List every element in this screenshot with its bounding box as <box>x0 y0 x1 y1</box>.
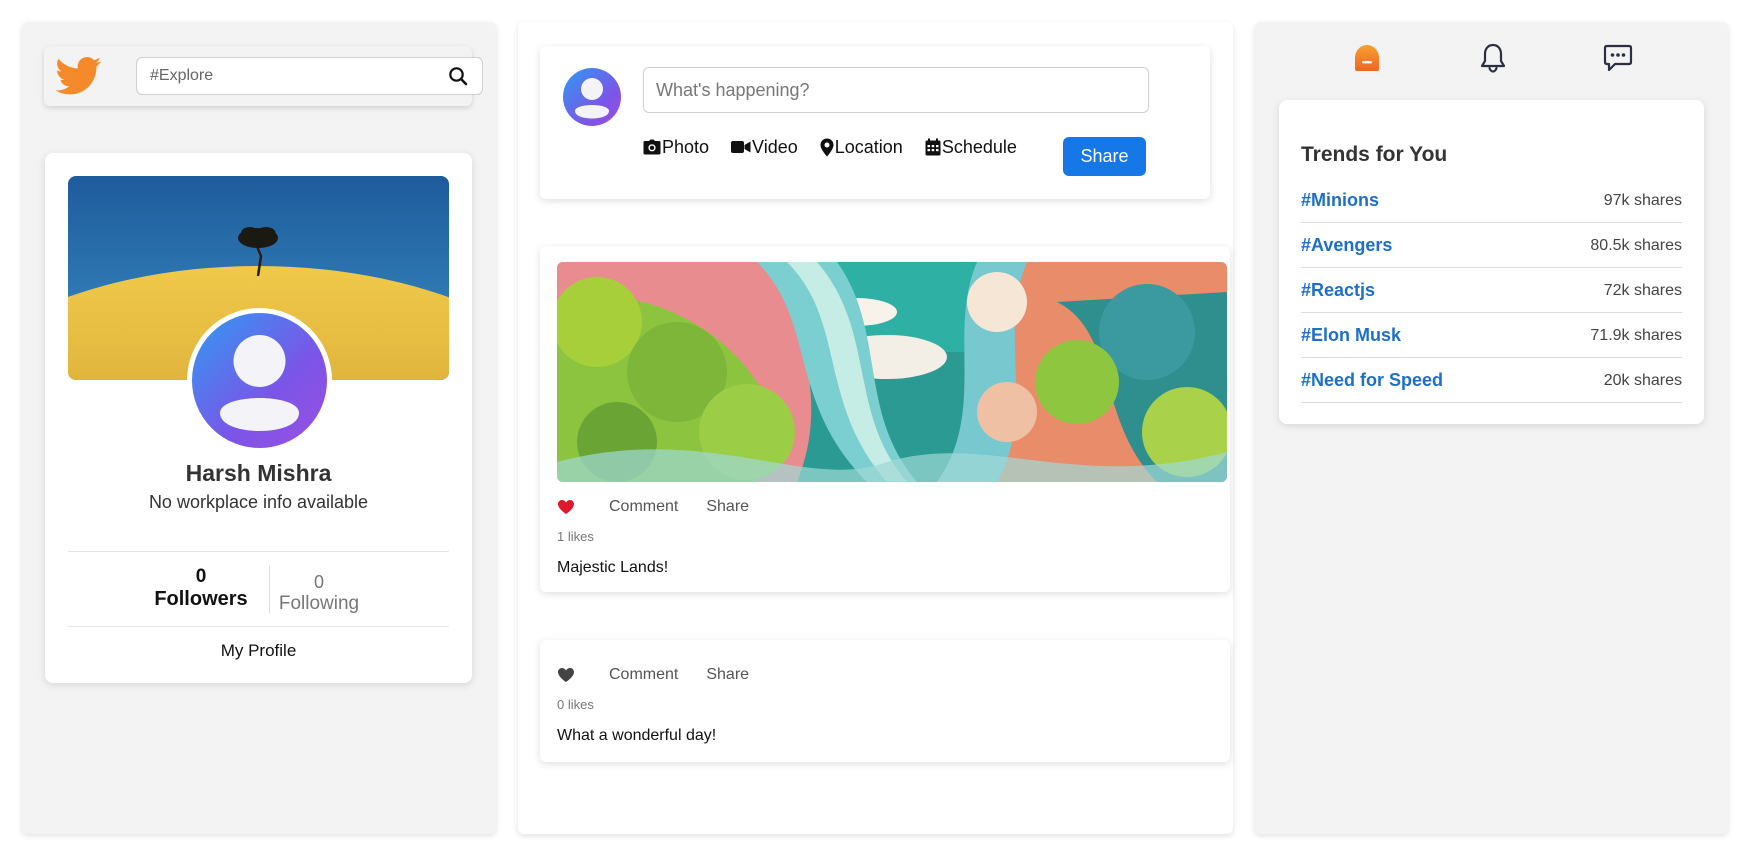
schedule-label: Schedule <box>941 136 1017 157</box>
profile-card: Harsh Mishra No workplace info available… <box>45 153 472 683</box>
post-caption: What a wonderful day! <box>557 727 717 744</box>
composer-actions: Photo Video Location Schedule <box>643 134 1039 160</box>
heart-icon[interactable] <box>557 499 575 515</box>
trend-shares: 20k shares <box>1603 372 1682 389</box>
search-input[interactable] <box>136 57 483 95</box>
post-caption: Majestic Lands! <box>557 559 669 576</box>
location-pin-icon <box>820 138 834 156</box>
trend-tag[interactable]: #Elon Musk <box>1301 325 1401 346</box>
following-stat[interactable]: 0 Following <box>274 572 364 615</box>
my-profile-link[interactable]: My Profile <box>45 641 472 661</box>
trend-tag[interactable]: #Avengers <box>1301 235 1392 256</box>
likes-count: 1 likes <box>557 529 594 544</box>
trend-tag[interactable]: #Need for Speed <box>1301 370 1443 391</box>
trend-item[interactable]: #Avengers 80.5k shares <box>1301 223 1682 268</box>
following-label: Following <box>278 593 360 614</box>
video-icon <box>731 141 751 153</box>
location-button[interactable]: Location <box>820 137 903 158</box>
trend-item[interactable]: #Need for Speed 20k shares <box>1301 358 1682 403</box>
video-label: Video <box>752 136 798 157</box>
home-icon[interactable] <box>1351 42 1383 74</box>
trend-tag[interactable]: #Reactjs <box>1301 280 1375 301</box>
right-sidebar: Trends for You #Minions 97k shares #Aven… <box>1255 22 1728 834</box>
following-count: 0 <box>313 572 324 592</box>
post-actions: Comment Share <box>557 498 777 516</box>
trend-list: #Minions 97k shares #Avengers 80.5k shar… <box>1301 178 1682 403</box>
camera-icon <box>643 139 661 155</box>
bird-logo-icon[interactable] <box>56 56 102 96</box>
trend-shares: 72k shares <box>1603 282 1682 299</box>
bell-icon[interactable] <box>1477 42 1509 74</box>
post-card: Comment Share 0 likes What a wonderful d… <box>540 640 1230 762</box>
trend-item[interactable]: #Reactjs 72k shares <box>1301 268 1682 313</box>
stats-divider <box>269 565 270 613</box>
trends-title: Trends for You <box>1301 143 1448 166</box>
followers-stat[interactable]: 0 Followers <box>146 566 256 611</box>
follow-stats: 0 Followers 0 Following <box>68 551 449 627</box>
followers-label: Followers <box>154 588 248 610</box>
search-bar <box>44 46 483 106</box>
composer-avatar[interactable] <box>563 68 621 126</box>
post-image[interactable] <box>557 262 1227 482</box>
schedule-button[interactable]: Schedule <box>925 137 1017 158</box>
photo-button[interactable]: Photo <box>643 137 709 158</box>
trend-shares: 71.9k shares <box>1590 327 1682 344</box>
likes-count: 0 likes <box>557 697 594 712</box>
trend-item[interactable]: #Elon Musk 71.9k shares <box>1301 313 1682 358</box>
post-composer: Photo Video Location <box>540 46 1210 199</box>
message-icon[interactable] <box>1602 42 1634 74</box>
comment-button[interactable]: Comment <box>609 498 678 516</box>
search-icon[interactable] <box>448 66 468 86</box>
profile-avatar[interactable] <box>187 308 332 453</box>
comment-button[interactable]: Comment <box>609 666 678 684</box>
profile-name: Harsh Mishra <box>185 460 332 486</box>
share-button[interactable]: Share <box>706 666 749 684</box>
trends-card: Trends for You #Minions 97k shares #Aven… <box>1279 100 1704 424</box>
share-post-button[interactable]: Share <box>1063 137 1146 176</box>
photo-label: Photo <box>662 136 710 157</box>
trend-shares: 80.5k shares <box>1590 237 1682 254</box>
video-button[interactable]: Video <box>731 137 798 158</box>
trend-tag[interactable]: #Minions <box>1301 190 1379 211</box>
calendar-icon <box>925 138 941 156</box>
trend-item[interactable]: #Minions 97k shares <box>1301 178 1682 223</box>
left-sidebar: Harsh Mishra No workplace info available… <box>22 22 496 834</box>
workplace-info: No workplace info available <box>148 492 369 512</box>
trend-shares: 97k shares <box>1603 192 1682 209</box>
heart-icon[interactable] <box>557 667 575 683</box>
compose-input[interactable] <box>643 67 1149 113</box>
share-button[interactable]: Share <box>706 498 749 516</box>
post-card: Comment Share 1 likes Majestic Lands! <box>540 246 1230 592</box>
post-actions: Comment Share <box>557 666 777 684</box>
top-nav <box>1255 42 1728 76</box>
followers-count: 0 <box>195 566 207 587</box>
location-label: Location <box>834 136 903 157</box>
feed: Photo Video Location <box>518 22 1233 834</box>
